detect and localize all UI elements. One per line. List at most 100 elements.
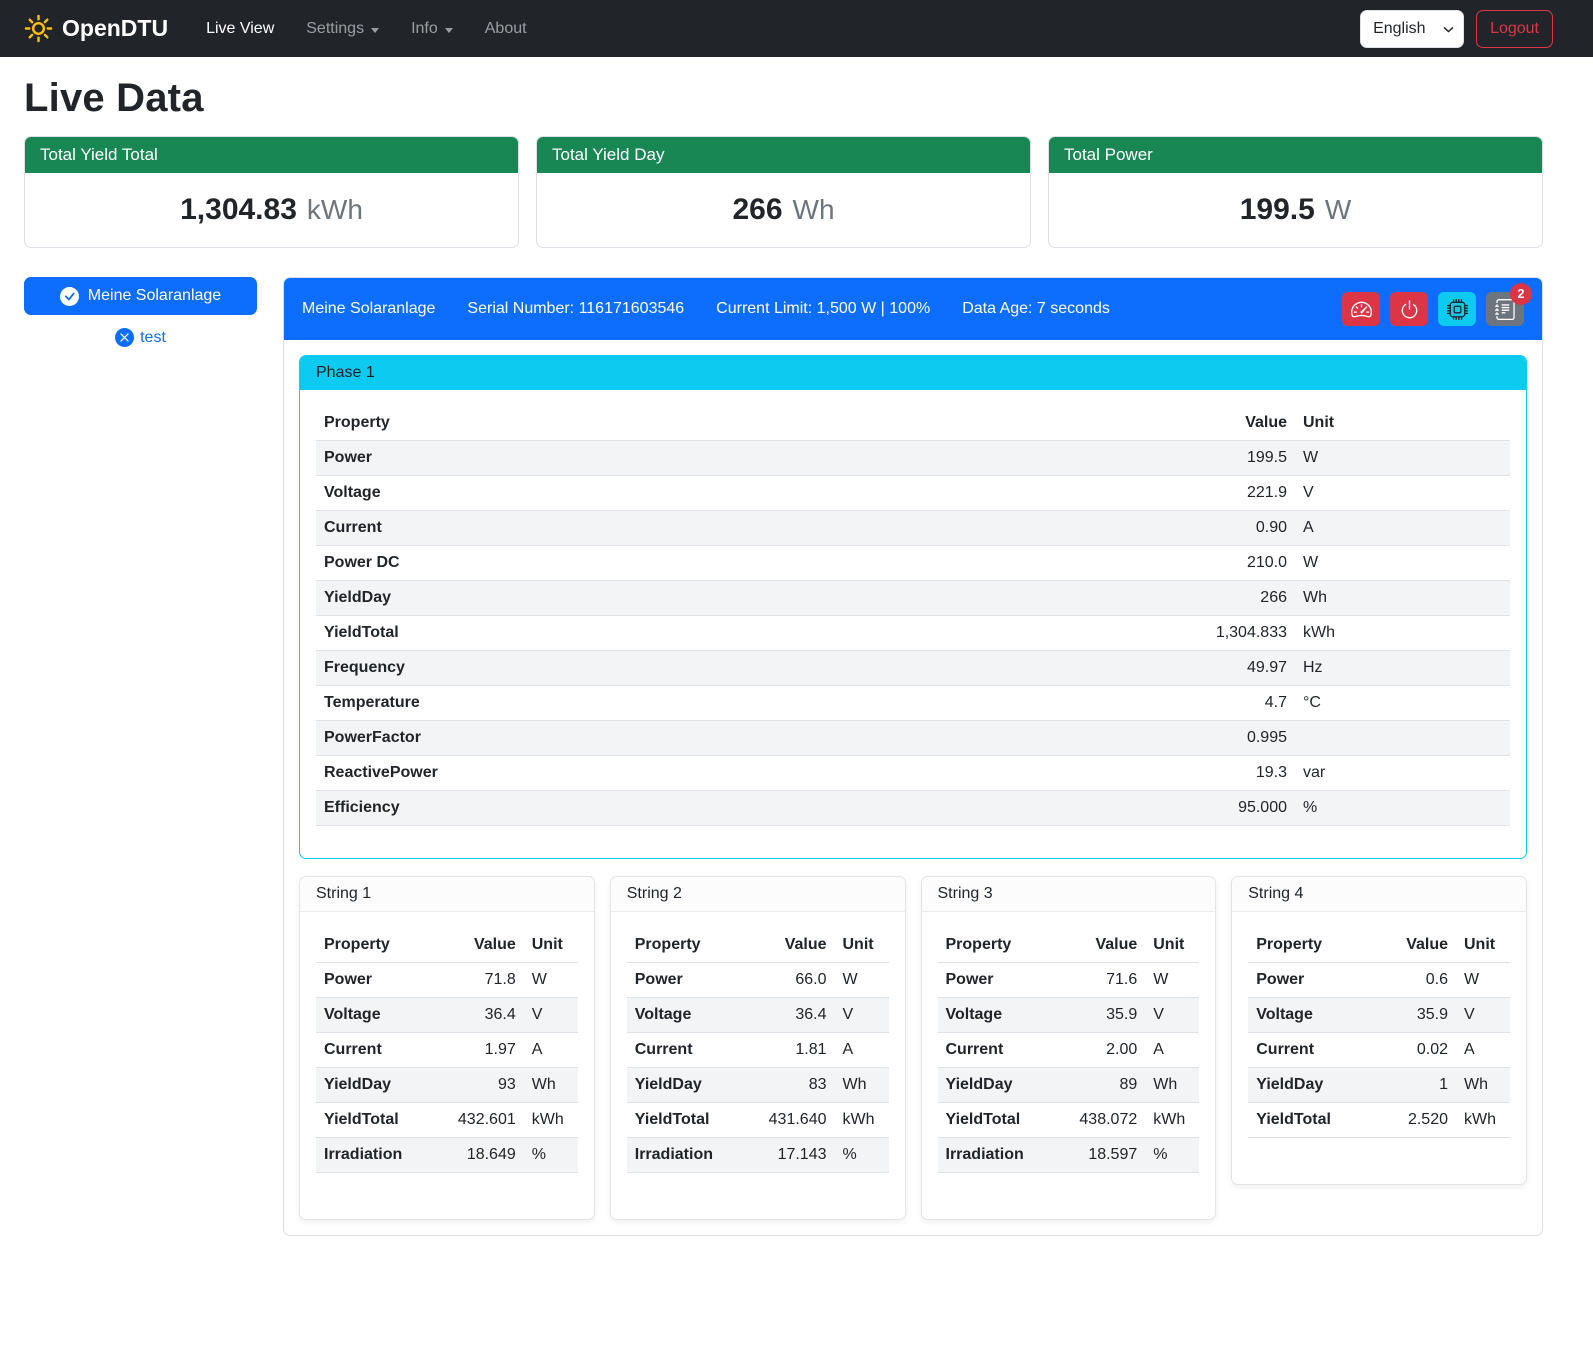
brand-label: OpenDTU <box>62 15 168 42</box>
value-cell: 18.649 <box>436 1138 524 1173</box>
value-cell: 66.0 <box>747 963 835 998</box>
unit-cell: Wh <box>835 1068 889 1103</box>
phase-panel-header: Phase 1 <box>300 356 1526 390</box>
string-card-header: String 4 <box>1232 877 1526 912</box>
unit-cell: V <box>524 998 578 1033</box>
string-1-card: String 1 Property Value Unit <box>299 876 595 1220</box>
inverter-card-body: Phase 1 Property Value Unit Power199.5WV… <box>284 340 1542 1235</box>
value-cell: 210.0 <box>1155 546 1295 581</box>
unit-cell: W <box>1295 546 1510 581</box>
table-row: Voltage36.4V <box>316 998 578 1033</box>
unit-cell: Wh <box>1145 1068 1199 1103</box>
unit-cell: kWh <box>1145 1103 1199 1138</box>
inverter-name: Meine Solaranlage <box>302 300 435 318</box>
property-cell: Frequency <box>316 651 1155 686</box>
unit-cell: % <box>524 1138 578 1173</box>
card-header: Total Power <box>1049 137 1542 173</box>
string-2-table: Property Value Unit Power66.0WVoltage36.… <box>627 928 889 1173</box>
summary-unit: Wh <box>793 194 835 226</box>
property-cell: Current <box>316 1033 436 1068</box>
logout-button[interactable]: Logout <box>1476 10 1553 48</box>
table-row: Current0.90A <box>316 511 1510 546</box>
x-circle-icon <box>115 328 134 347</box>
unit-cell: A <box>1295 511 1510 546</box>
brand-link[interactable]: OpenDTU <box>24 14 168 43</box>
property-cell: Irradiation <box>938 1138 1058 1173</box>
property-cell: Temperature <box>316 686 1155 721</box>
table-row: Current1.81A <box>627 1033 889 1068</box>
value-cell: 199.5 <box>1155 441 1295 476</box>
device-info-button[interactable] <box>1438 292 1476 326</box>
value-cell: 95.000 <box>1155 791 1295 826</box>
table-row: Voltage221.9V <box>316 476 1510 511</box>
unit-cell: Wh <box>1295 581 1510 616</box>
unit-cell: V <box>835 998 889 1033</box>
table-row: YieldDay93Wh <box>316 1068 578 1103</box>
table-row: Current1.97A <box>316 1033 578 1068</box>
property-cell: Power <box>1248 963 1368 998</box>
language-select[interactable]: English <box>1360 10 1464 48</box>
property-cell: Power DC <box>316 546 1155 581</box>
event-log-button[interactable]: 2 <box>1486 292 1524 326</box>
property-cell: Power <box>316 963 436 998</box>
property-cell: YieldTotal <box>627 1103 747 1138</box>
page-content: Live Data Total Yield Total 1,304.83 kWh… <box>24 76 1543 1236</box>
value-cell: 17.143 <box>747 1138 835 1173</box>
property-cell: PowerFactor <box>316 721 1155 756</box>
table-row: YieldTotal438.072kWh <box>938 1103 1200 1138</box>
string-3-table-body: Power71.6WVoltage35.9VCurrent2.00AYieldD… <box>938 963 1200 1173</box>
page-title: Live Data <box>24 76 1543 121</box>
nav-item-settings[interactable]: Settings <box>290 12 395 46</box>
table-row: YieldDay89Wh <box>938 1068 1200 1103</box>
string-card-body: Property Value Unit Power0.6WVoltage35.9… <box>1232 912 1526 1184</box>
value-cell: 93 <box>436 1068 524 1103</box>
unit-cell: var <box>1295 756 1510 791</box>
nav-item-info[interactable]: Info <box>395 12 469 46</box>
value-cell: 0.995 <box>1155 721 1295 756</box>
string-4-table: Property Value Unit Power0.6WVoltage35.9… <box>1248 928 1510 1138</box>
limit-settings-button[interactable] <box>1342 292 1380 326</box>
value-cell: 1,304.833 <box>1155 616 1295 651</box>
caret-down-icon <box>445 28 453 33</box>
sidebar-item-meine-solaranlage[interactable]: Meine Solaranlage <box>24 277 257 315</box>
nav-item-about[interactable]: About <box>469 12 543 46</box>
table-row: Voltage35.9V <box>1248 998 1510 1033</box>
card-header: Total Yield Day <box>537 137 1030 173</box>
property-cell: Irradiation <box>627 1138 747 1173</box>
unit-column-header: Unit <box>835 928 889 963</box>
string-card-body: Property Value Unit Power66.0WVoltage36.… <box>611 912 905 1219</box>
nav-item-live-view[interactable]: Live View <box>190 12 290 46</box>
table-row: PowerFactor0.995 <box>316 721 1510 756</box>
summary-value: 199.5 <box>1240 193 1315 227</box>
property-column-header: Property <box>1248 928 1368 963</box>
value-column-header: Value <box>1368 928 1456 963</box>
value-cell: 35.9 <box>1368 998 1456 1033</box>
unit-cell: kWh <box>835 1103 889 1138</box>
property-column-header: Property <box>627 928 747 963</box>
card-body: 266 Wh <box>537 173 1030 247</box>
value-cell: 49.97 <box>1155 651 1295 686</box>
table-row: YieldDay266Wh <box>316 581 1510 616</box>
power-button[interactable] <box>1390 292 1428 326</box>
sun-icon <box>24 14 53 43</box>
card-body: 1,304.83 kWh <box>25 173 518 247</box>
summary-unit: W <box>1325 194 1351 226</box>
property-cell: Power <box>627 963 747 998</box>
value-cell: 71.8 <box>436 963 524 998</box>
property-cell: Irradiation <box>316 1138 436 1173</box>
table-row: Power0.6W <box>1248 963 1510 998</box>
unit-cell: A <box>835 1033 889 1068</box>
property-cell: YieldDay <box>316 581 1155 616</box>
unit-cell: A <box>1145 1033 1199 1068</box>
card-total-yield-total: Total Yield Total 1,304.83 kWh <box>24 136 519 248</box>
caret-down-icon <box>371 28 379 33</box>
value-cell: 89 <box>1057 1068 1145 1103</box>
nav-item-label: Info <box>411 20 438 38</box>
property-column-header: Property <box>316 928 436 963</box>
unit-cell: W <box>1295 441 1510 476</box>
property-cell: YieldDay <box>938 1068 1058 1103</box>
sidebar-item-test[interactable]: test <box>24 328 257 347</box>
property-cell: YieldTotal <box>938 1103 1058 1138</box>
value-cell: 431.640 <box>747 1103 835 1138</box>
card-header: Total Yield Total <box>25 137 518 173</box>
